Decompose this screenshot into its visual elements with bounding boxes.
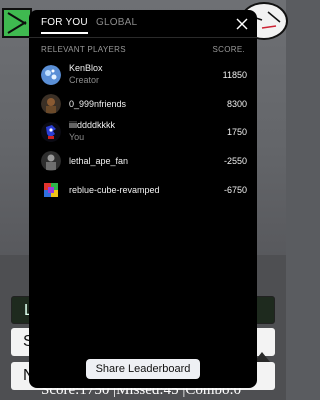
player-name: KenBlox [69, 63, 103, 73]
player-score: 1750 [226, 127, 247, 137]
leaderboard-row[interactable]: reblue-cube-revamped -6750 [41, 176, 247, 204]
column-score: SCORE. [212, 45, 245, 54]
leaderboard-row[interactable]: 0_999nfriends 8300 [41, 90, 247, 118]
leaderboard-tabs: FOR YOU GLOBAL [29, 10, 257, 38]
player-score: 8300 [226, 99, 247, 109]
avatar [41, 65, 61, 85]
list-header: RELEVANT PLAYERS SCORE. [41, 45, 245, 57]
column-players: RELEVANT PLAYERS [41, 45, 126, 54]
tab-global[interactable]: GLOBAL [96, 17, 137, 32]
avatar [41, 151, 61, 171]
leaderboard-row[interactable]: iiiiddddkkkk You 1750 [41, 118, 247, 146]
player-name: reblue-cube-revamped [69, 185, 160, 195]
player-score: 11850 [222, 70, 247, 80]
player-name: lethal_ape_fan [69, 156, 129, 166]
player-score: -6750 [223, 185, 247, 195]
player-score: -2550 [223, 156, 247, 166]
share-leaderboard-button[interactable]: Share Leaderboard [86, 359, 200, 379]
avatar [41, 180, 61, 200]
close-icon[interactable] [233, 15, 251, 33]
player-name: 0_999nfriends [69, 99, 127, 109]
player-subtitle: You [69, 132, 85, 142]
leaderboard-modal: FOR YOU GLOBAL RELEVANT PLAYERS SCORE. K… [29, 10, 257, 388]
leaderboard-row[interactable]: lethal_ape_fan -2550 [41, 147, 247, 175]
flag-icon [2, 8, 32, 38]
avatar [41, 94, 61, 114]
tabs-divider [29, 37, 257, 38]
avatar [41, 122, 61, 142]
player-name: iiiiddddkkkk [69, 120, 116, 130]
player-subtitle: Creator [69, 75, 100, 85]
tab-for-you[interactable]: FOR YOU [41, 17, 88, 34]
leaderboard-row[interactable]: KenBlox Creator 11850 [41, 61, 247, 89]
